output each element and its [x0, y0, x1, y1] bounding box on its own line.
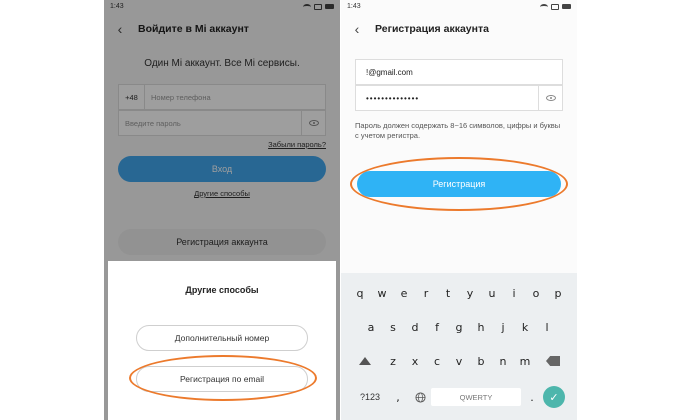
key-u[interactable]: u: [481, 280, 503, 306]
email-field[interactable]: !@gmail.com: [355, 59, 563, 85]
key-l[interactable]: l: [536, 314, 558, 340]
show-password-toggle[interactable]: [538, 86, 562, 110]
keyboard-row-3-letters: zxcvbnm: [382, 348, 536, 374]
period-key[interactable]: .: [521, 384, 543, 410]
key-b[interactable]: b: [470, 348, 492, 374]
keyboard-row-3: zxcvbnm: [341, 348, 577, 374]
key-m[interactable]: m: [514, 348, 536, 374]
eye-icon: [545, 95, 556, 101]
password-input[interactable]: ••••••••••••••: [356, 94, 538, 103]
numbers-key[interactable]: ?123: [353, 384, 387, 410]
key-x[interactable]: x: [404, 348, 426, 374]
key-q[interactable]: q: [349, 280, 371, 306]
page-title: Регистрация аккаунта: [375, 23, 489, 35]
keyboard-row-4: ?123 , QWERTY . ✓: [341, 384, 577, 410]
key-v[interactable]: v: [448, 348, 470, 374]
keyboard-row-1: qwertyuiop: [341, 280, 577, 306]
highlight-ellipse: [350, 157, 568, 211]
email-input[interactable]: !@gmail.com: [356, 68, 562, 77]
sheet-title: Другие способы: [185, 285, 259, 295]
key-o[interactable]: o: [525, 280, 547, 306]
key-s[interactable]: s: [382, 314, 404, 340]
app-bar: ‹ Регистрация аккаунта: [341, 13, 577, 45]
key-k[interactable]: k: [514, 314, 536, 340]
keyboard-row-2: asdfghjkl: [341, 314, 577, 340]
globe-key[interactable]: [409, 384, 431, 410]
comma-key[interactable]: ,: [387, 384, 409, 410]
key-y[interactable]: y: [459, 280, 481, 306]
screenshot-stage: 1:43 ‹ Войдите в Mi аккаунт Один Mi акка…: [0, 0, 680, 420]
key-g[interactable]: g: [448, 314, 470, 340]
keyboard: qwertyuiop asdfghjkl zxcvbnm ?123 , QWER…: [341, 273, 577, 420]
highlight-ellipse: [129, 355, 317, 401]
key-n[interactable]: n: [492, 348, 514, 374]
sim-icon: [551, 3, 559, 10]
additional-number-button[interactable]: Дополнительный номер: [136, 325, 308, 351]
space-key[interactable]: QWERTY: [431, 388, 521, 406]
globe-icon: [414, 391, 426, 403]
check-icon: ✓: [549, 391, 559, 404]
backspace-icon: [546, 356, 560, 366]
key-d[interactable]: d: [404, 314, 426, 340]
key-t[interactable]: t: [437, 280, 459, 306]
key-r[interactable]: r: [415, 280, 437, 306]
key-h[interactable]: h: [470, 314, 492, 340]
key-c[interactable]: c: [426, 348, 448, 374]
enter-key[interactable]: ✓: [543, 386, 565, 408]
left-phone-screen: 1:43 ‹ Войдите в Mi аккаунт Один Mi акка…: [104, 0, 340, 420]
battery-icon: [562, 4, 571, 9]
key-p[interactable]: p: [547, 280, 569, 306]
status-time: 1:43: [347, 3, 361, 10]
wifi-icon: [540, 3, 548, 10]
shift-icon: [359, 357, 371, 365]
key-e[interactable]: e: [393, 280, 415, 306]
password-hint: Пароль должен содержать 8~16 символов, ц…: [355, 121, 561, 140]
delete-key[interactable]: [536, 348, 570, 374]
key-w[interactable]: w: [371, 280, 393, 306]
key-j[interactable]: j: [492, 314, 514, 340]
shift-key[interactable]: [348, 348, 382, 374]
password-field[interactable]: ••••••••••••••: [355, 85, 563, 111]
key-a[interactable]: a: [360, 314, 382, 340]
key-z[interactable]: z: [382, 348, 404, 374]
right-phone-screen: 1:43 ‹ Регистрация аккаунта !@gmail.com …: [341, 0, 577, 420]
key-i[interactable]: i: [503, 280, 525, 306]
key-f[interactable]: f: [426, 314, 448, 340]
back-arrow-icon[interactable]: ‹: [349, 21, 365, 37]
status-bar: 1:43: [341, 0, 577, 13]
